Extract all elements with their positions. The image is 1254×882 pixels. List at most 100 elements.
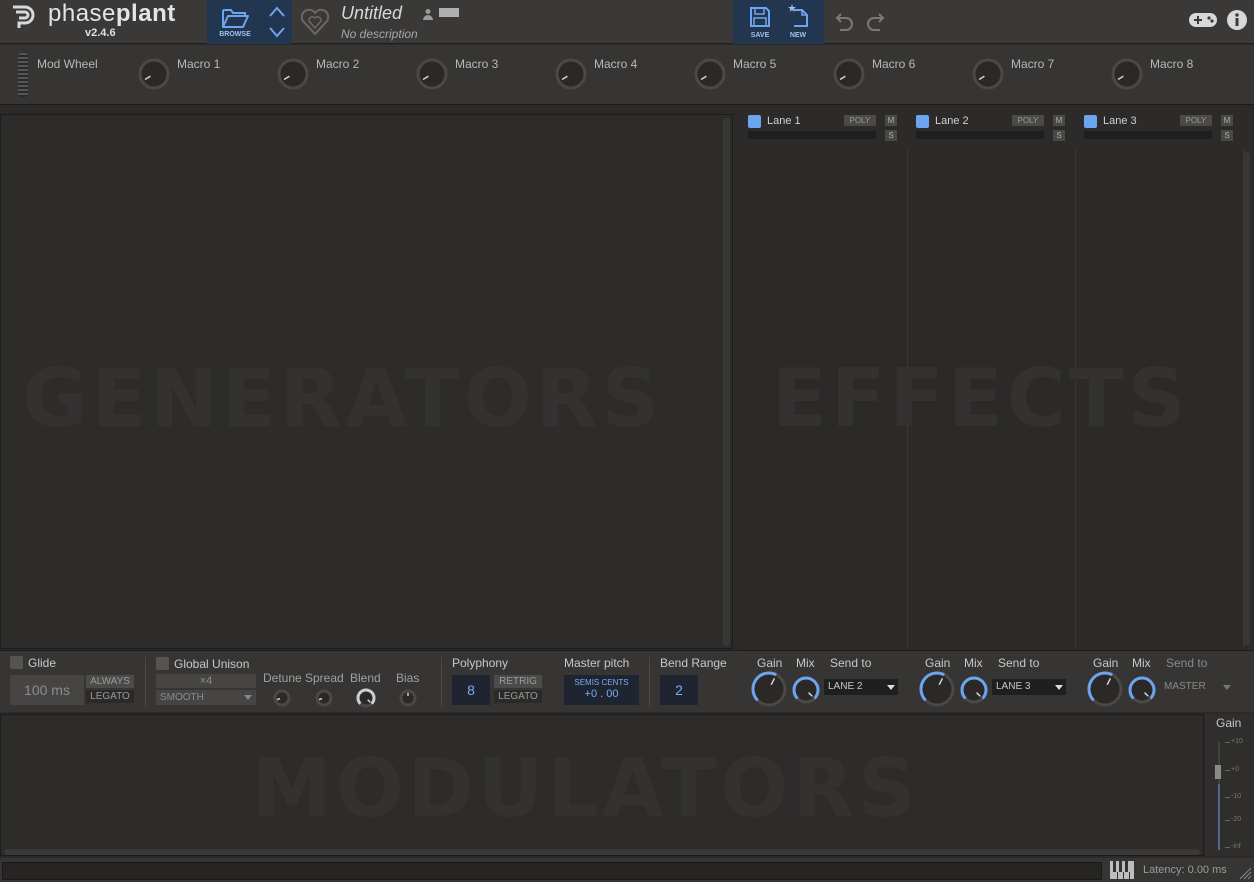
- macro-knob-1[interactable]: [137, 57, 171, 91]
- info-icon[interactable]: [1226, 9, 1248, 31]
- lane-2-mute-button[interactable]: M: [1053, 115, 1065, 126]
- save-button[interactable]: SAVE: [745, 0, 775, 44]
- polyphony-legato-button[interactable]: LEGATO: [494, 690, 542, 703]
- lane-2-gain-label: Gain: [925, 656, 951, 670]
- lane-1-solo-button[interactable]: S: [885, 130, 897, 141]
- unison-voices-field[interactable]: ×4: [156, 674, 256, 688]
- macro-label-6: Macro 6: [872, 57, 916, 71]
- master-pitch-field[interactable]: SEMIS CENTS +0 . 00: [564, 675, 639, 705]
- lane-1-send-to-dropdown[interactable]: LANE 2: [824, 679, 898, 695]
- lane-3-enable-checkbox[interactable]: [1084, 115, 1097, 128]
- global-unison-checkbox[interactable]: [156, 657, 169, 670]
- macro-strip: Mod Wheel Macro 1 Macro 2 Macro 3 Macro 4 Ma…: [0, 45, 1254, 105]
- unison-blend-knob[interactable]: [355, 687, 377, 709]
- piano-keyboard-icon[interactable]: [1110, 861, 1134, 879]
- lane-2-gain-knob[interactable]: [918, 670, 956, 708]
- macro-label-4: Macro 4: [594, 57, 638, 71]
- polyphony-voices-field[interactable]: 8: [452, 675, 490, 705]
- global-unison-label: Global Unison: [174, 657, 250, 671]
- preset-name[interactable]: Untitled: [341, 3, 402, 24]
- lane-3-gain-knob[interactable]: [1086, 670, 1124, 708]
- undo-icon[interactable]: [834, 10, 854, 32]
- browse-button[interactable]: BROWSE: [207, 0, 263, 44]
- lane-2-enable-checkbox[interactable]: [916, 115, 929, 128]
- mod-wheel-slider[interactable]: [18, 53, 28, 97]
- glide-time-field[interactable]: 100 ms: [10, 675, 84, 705]
- resize-grip-icon[interactable]: [1238, 866, 1252, 880]
- macro-knob-7[interactable]: [971, 57, 1005, 91]
- lane-1-mix-knob[interactable]: [791, 675, 821, 705]
- master-gain-tick-label: +10: [1231, 738, 1243, 745]
- lane-2-send-to-dropdown[interactable]: LANE 3: [992, 679, 1066, 695]
- lane-1-mix-label: Mix: [796, 656, 815, 670]
- lane-1-mute-button[interactable]: M: [885, 115, 897, 126]
- preset-description[interactable]: No description: [341, 27, 418, 41]
- save-label: SAVE: [750, 32, 770, 39]
- lane-3-solo-button[interactable]: S: [1221, 130, 1233, 141]
- master-gain-tick-label: -10: [1231, 793, 1242, 800]
- macro-knob-3[interactable]: [415, 57, 449, 91]
- unison-mode-dropdown[interactable]: SMOOTH: [156, 690, 256, 705]
- macro-label-1: Macro 1: [177, 57, 221, 71]
- separator: [441, 657, 442, 707]
- macro-label-7: Macro 7: [1011, 57, 1055, 71]
- bend-range-label: Bend Range: [660, 656, 727, 670]
- macro-label-8: Macro 8: [1150, 57, 1194, 71]
- master-gain-tick-label: +0: [1231, 766, 1239, 773]
- lane-3-level-bar: [1084, 131, 1212, 139]
- lane-2-solo-button[interactable]: S: [1053, 130, 1065, 141]
- lane-1-enable-checkbox[interactable]: [748, 115, 761, 128]
- previous-preset-chevron-up-icon[interactable]: [267, 4, 287, 20]
- lane-2-mix-knob[interactable]: [959, 675, 989, 705]
- lane-3-mute-button[interactable]: M: [1221, 115, 1233, 126]
- macro-knob-8[interactable]: [1110, 57, 1144, 91]
- author-field[interactable]: [439, 8, 459, 17]
- unison-blend-label: Blend: [350, 671, 381, 685]
- macro-knob-5[interactable]: [693, 57, 727, 91]
- lane-3-poly-button[interactable]: POLY: [1180, 115, 1212, 126]
- generators-scrollbar[interactable]: [723, 118, 730, 646]
- top-toolbar: phaseplant v2.4.6 BROWSE Untitled No des…: [0, 0, 1254, 44]
- macro-label-5: Macro 5: [733, 57, 777, 71]
- unison-bias-knob[interactable]: [398, 688, 418, 708]
- mod-wheel-label: Mod Wheel: [37, 57, 98, 71]
- polyphony-retrig-button[interactable]: RETRIG: [494, 675, 542, 688]
- lane-3-send-to-dropdown[interactable]: MASTER: [1160, 679, 1234, 695]
- lane-1-poly-button[interactable]: POLY: [844, 115, 876, 126]
- glide-legato-button[interactable]: LEGATO: [86, 690, 134, 703]
- status-message-field: [2, 862, 1102, 880]
- favorite-heart-icon[interactable]: [300, 8, 330, 36]
- lane-3-send-to-label: Send to: [1166, 656, 1208, 670]
- master-gain-panel: Gain +10 +0 -10 -20 -inf: [1205, 714, 1254, 856]
- unison-spread-knob[interactable]: [314, 688, 334, 708]
- glide-checkbox[interactable]: [10, 656, 23, 669]
- glide-always-button[interactable]: ALWAYS: [86, 675, 134, 688]
- lane-2-send-to-label: Send to: [998, 656, 1040, 670]
- master-gain-tick: [1225, 797, 1230, 798]
- author-icon: [423, 9, 433, 20]
- master-gain-fader-handle[interactable]: [1214, 764, 1222, 780]
- separator: [649, 657, 650, 707]
- macro-knob-2[interactable]: [276, 57, 310, 91]
- master-gain-tick: [1225, 770, 1230, 771]
- unison-detune-knob[interactable]: [272, 688, 292, 708]
- next-preset-chevron-down-icon[interactable]: [267, 24, 287, 40]
- macro-knob-6[interactable]: [832, 57, 866, 91]
- unison-mode-value: SMOOTH: [160, 692, 204, 703]
- macro-label-3: Macro 3: [455, 57, 499, 71]
- chevron-down-icon: [1055, 685, 1063, 690]
- effects-scrollbar[interactable]: [1244, 152, 1250, 646]
- macro-knob-4[interactable]: [554, 57, 588, 91]
- new-preset-button[interactable]: NEW: [783, 0, 813, 44]
- chevron-down-icon: [887, 685, 895, 690]
- lane-1-gain-label: Gain: [757, 656, 783, 670]
- lane-2-poly-button[interactable]: POLY: [1012, 115, 1044, 126]
- save-block: SAVE NEW: [733, 0, 824, 44]
- new-label: NEW: [789, 32, 807, 39]
- bend-range-field[interactable]: 2: [660, 675, 698, 705]
- lane-3-mix-knob[interactable]: [1127, 675, 1157, 705]
- modulators-scrollbar[interactable]: [4, 849, 1200, 855]
- redo-icon[interactable]: [866, 10, 886, 32]
- gamepad-icon[interactable]: [1188, 10, 1218, 30]
- lane-1-gain-knob[interactable]: [750, 670, 788, 708]
